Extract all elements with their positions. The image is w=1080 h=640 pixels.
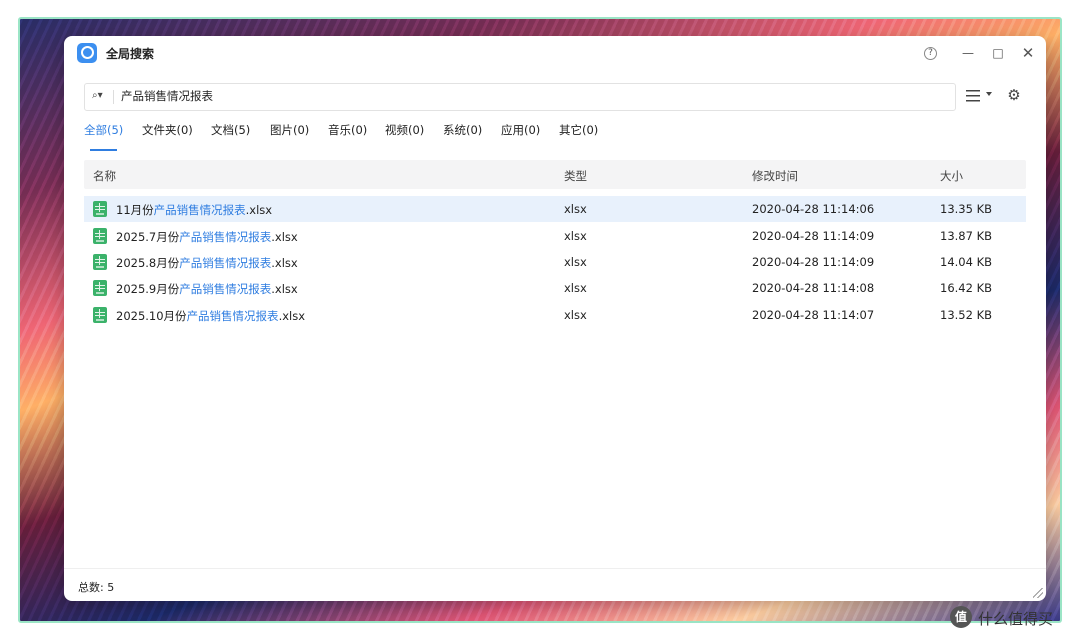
file-modified: 2020-04-28 11:14:09: [752, 255, 875, 269]
file-name: 2025.7月份产品销售情况报表.xlsx: [116, 229, 298, 245]
tab-documents[interactable]: 文档(5): [211, 122, 250, 144]
excel-file-icon: [93, 254, 107, 270]
file-name-suffix: .xlsx: [278, 309, 306, 323]
file-type: xlsx: [564, 308, 587, 322]
file-name: 2025.8月份产品销售情况报表.xlsx: [116, 255, 298, 271]
file-modified: 2020-04-28 11:14:09: [752, 229, 875, 243]
table-row[interactable]: 11月份产品销售情况报表.xlsx xlsx 2020-04-28 11:14:…: [84, 196, 1026, 222]
file-modified: 2020-04-28 11:14:07: [752, 308, 875, 322]
file-name-match: 产品销售情况报表: [186, 309, 279, 323]
file-size: 16.42 KB: [940, 281, 993, 295]
resize-grip-icon[interactable]: [1033, 588, 1043, 598]
file-name-prefix: 2025.8月份: [116, 256, 180, 270]
column-header-modified[interactable]: 修改时间: [752, 168, 798, 184]
footer-divider: [64, 568, 1046, 569]
file-name-match: 产品销售情况报表: [179, 282, 272, 296]
tab-apps[interactable]: 应用(0): [501, 122, 540, 144]
tab-music[interactable]: 音乐(0): [328, 122, 367, 144]
close-button[interactable]: ✕: [1020, 45, 1036, 61]
excel-file-icon: [93, 307, 107, 323]
tab-images[interactable]: 图片(0): [270, 122, 309, 144]
file-name-prefix: 2025.10月份: [116, 309, 187, 323]
table-row[interactable]: 2025.9月份产品销售情况报表.xlsx xlsx 2020-04-28 11…: [84, 275, 1026, 301]
search-icon[interactable]: ⌕▾: [92, 89, 106, 103]
minimize-button[interactable]: —: [960, 45, 976, 61]
title-bar: 全局搜索 ? — □ ✕: [64, 36, 1046, 72]
search-input[interactable]: [121, 89, 901, 103]
file-size: 13.87 KB: [940, 229, 993, 243]
watermark-text: 什么值得买: [978, 610, 1054, 628]
file-modified: 2020-04-28 11:14:06: [752, 202, 875, 216]
file-name: 11月份产品销售情况报表.xlsx: [116, 202, 272, 218]
file-size: 13.35 KB: [940, 202, 993, 216]
excel-file-icon: [93, 228, 107, 244]
search-box[interactable]: ⌕▾: [84, 83, 956, 111]
table-row[interactable]: 2025.8月份产品销售情况报表.xlsx xlsx 2020-04-28 11…: [84, 249, 1026, 275]
file-size: 13.52 KB: [940, 308, 993, 322]
file-modified: 2020-04-28 11:14:08: [752, 281, 875, 295]
search-window: 全局搜索 ? — □ ✕ ⌕▾ ⚙ 全部(5) 文件夹(0) 文档(5) 图片(…: [64, 36, 1046, 601]
file-name-suffix: .xlsx: [271, 230, 298, 244]
column-header-size[interactable]: 大小: [940, 168, 963, 184]
watermark-logo-icon: 值: [950, 606, 972, 628]
search-divider: [113, 90, 114, 104]
file-name-match: 产品销售情况报表: [153, 203, 246, 217]
tab-system[interactable]: 系统(0): [443, 122, 482, 144]
table-header: 名称 类型 修改时间 大小: [84, 160, 1026, 189]
tab-all[interactable]: 全部(5): [84, 122, 123, 151]
file-size: 14.04 KB: [940, 255, 993, 269]
list-view-icon: [966, 90, 980, 102]
table-row[interactable]: 2025.7月份产品销售情况报表.xlsx xlsx 2020-04-28 11…: [84, 223, 1026, 249]
file-type: xlsx: [564, 229, 587, 243]
column-header-name[interactable]: 名称: [93, 168, 116, 184]
tab-other[interactable]: 其它(0): [559, 122, 598, 144]
column-header-type[interactable]: 类型: [564, 168, 587, 184]
file-type: xlsx: [564, 281, 587, 295]
file-name-suffix: .xlsx: [271, 256, 298, 270]
file-name-suffix: .xlsx: [271, 282, 298, 296]
file-name-prefix: 2025.7月份: [116, 230, 180, 244]
file-name: 2025.10月份产品销售情况报表.xlsx: [116, 308, 305, 324]
file-name-prefix: 11月份: [116, 203, 154, 217]
total-count: 总数: 5: [78, 581, 115, 594]
gear-icon[interactable]: ⚙: [1006, 87, 1022, 103]
file-type: xlsx: [564, 202, 587, 216]
chevron-down-icon: [986, 92, 992, 96]
file-name-suffix: .xlsx: [245, 203, 273, 217]
tab-videos[interactable]: 视频(0): [385, 122, 424, 144]
file-name-match: 产品销售情况报表: [179, 256, 272, 270]
tab-folders[interactable]: 文件夹(0): [142, 122, 193, 144]
excel-file-icon: [93, 201, 107, 217]
file-name-prefix: 2025.9月份: [116, 282, 180, 296]
file-name-match: 产品销售情况报表: [179, 230, 272, 244]
search-app-icon: [77, 43, 97, 63]
maximize-button[interactable]: □: [990, 45, 1006, 61]
excel-file-icon: [93, 280, 107, 296]
file-type: xlsx: [564, 255, 587, 269]
help-icon[interactable]: ?: [924, 47, 937, 60]
window-title: 全局搜索: [106, 47, 155, 61]
table-row[interactable]: 2025.10月份产品销售情况报表.xlsx xlsx 2020-04-28 1…: [84, 302, 1026, 328]
file-name: 2025.9月份产品销售情况报表.xlsx: [116, 281, 298, 297]
list-view-button[interactable]: [966, 88, 992, 106]
